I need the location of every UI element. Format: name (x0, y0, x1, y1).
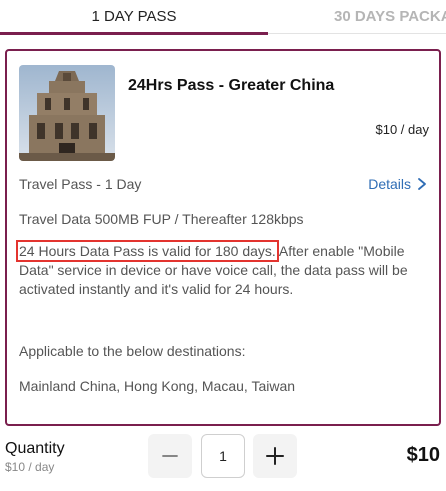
increment-button[interactable] (253, 434, 297, 478)
pass-type-label: Travel Pass - 1 Day (19, 176, 142, 192)
validity-highlight: 24 Hours Data Pass is valid for 180 days… (16, 240, 279, 262)
pass-card: 24Hrs Pass - Greater China $10 / day Tra… (5, 49, 441, 426)
tab-1-day-pass[interactable]: 1 DAY PASS (0, 0, 268, 35)
pass-info-row: Travel Pass - 1 Day Details (19, 176, 427, 196)
applicable-heading: Applicable to the below destinations: (19, 343, 246, 359)
total-price: $10 (406, 444, 440, 466)
tab-bar: 1 DAY PASS 30 DAYS PACKA (0, 0, 446, 35)
decrement-button[interactable] (148, 434, 192, 478)
price-per-day: $10 / day (375, 122, 430, 137)
ruins-photo-icon (19, 65, 115, 161)
chevron-right-icon (418, 178, 426, 190)
validity-description: 24 Hours Data Pass is valid for 180 days… (16, 240, 429, 299)
data-allowance: Travel Data 500MB FUP / Thereafter 128kb… (19, 211, 304, 227)
destinations-list: Mainland China, Hong Kong, Macau, Taiwan (19, 378, 296, 394)
plus-icon (266, 447, 284, 465)
quantity-footer: Quantity $10 / day 1 $10 (0, 432, 446, 482)
quantity-label: Quantity (5, 440, 65, 457)
quantity-unit-price: $10 / day (5, 460, 55, 474)
tab-30-days-package[interactable]: 30 DAYS PACKA (334, 0, 446, 34)
quantity-input[interactable]: 1 (201, 434, 245, 478)
destination-photo (19, 65, 115, 161)
minus-icon (162, 455, 178, 457)
details-label: Details (368, 176, 411, 192)
pass-title: 24Hrs Pass - Greater China (128, 77, 335, 94)
details-link[interactable]: Details (368, 176, 427, 192)
